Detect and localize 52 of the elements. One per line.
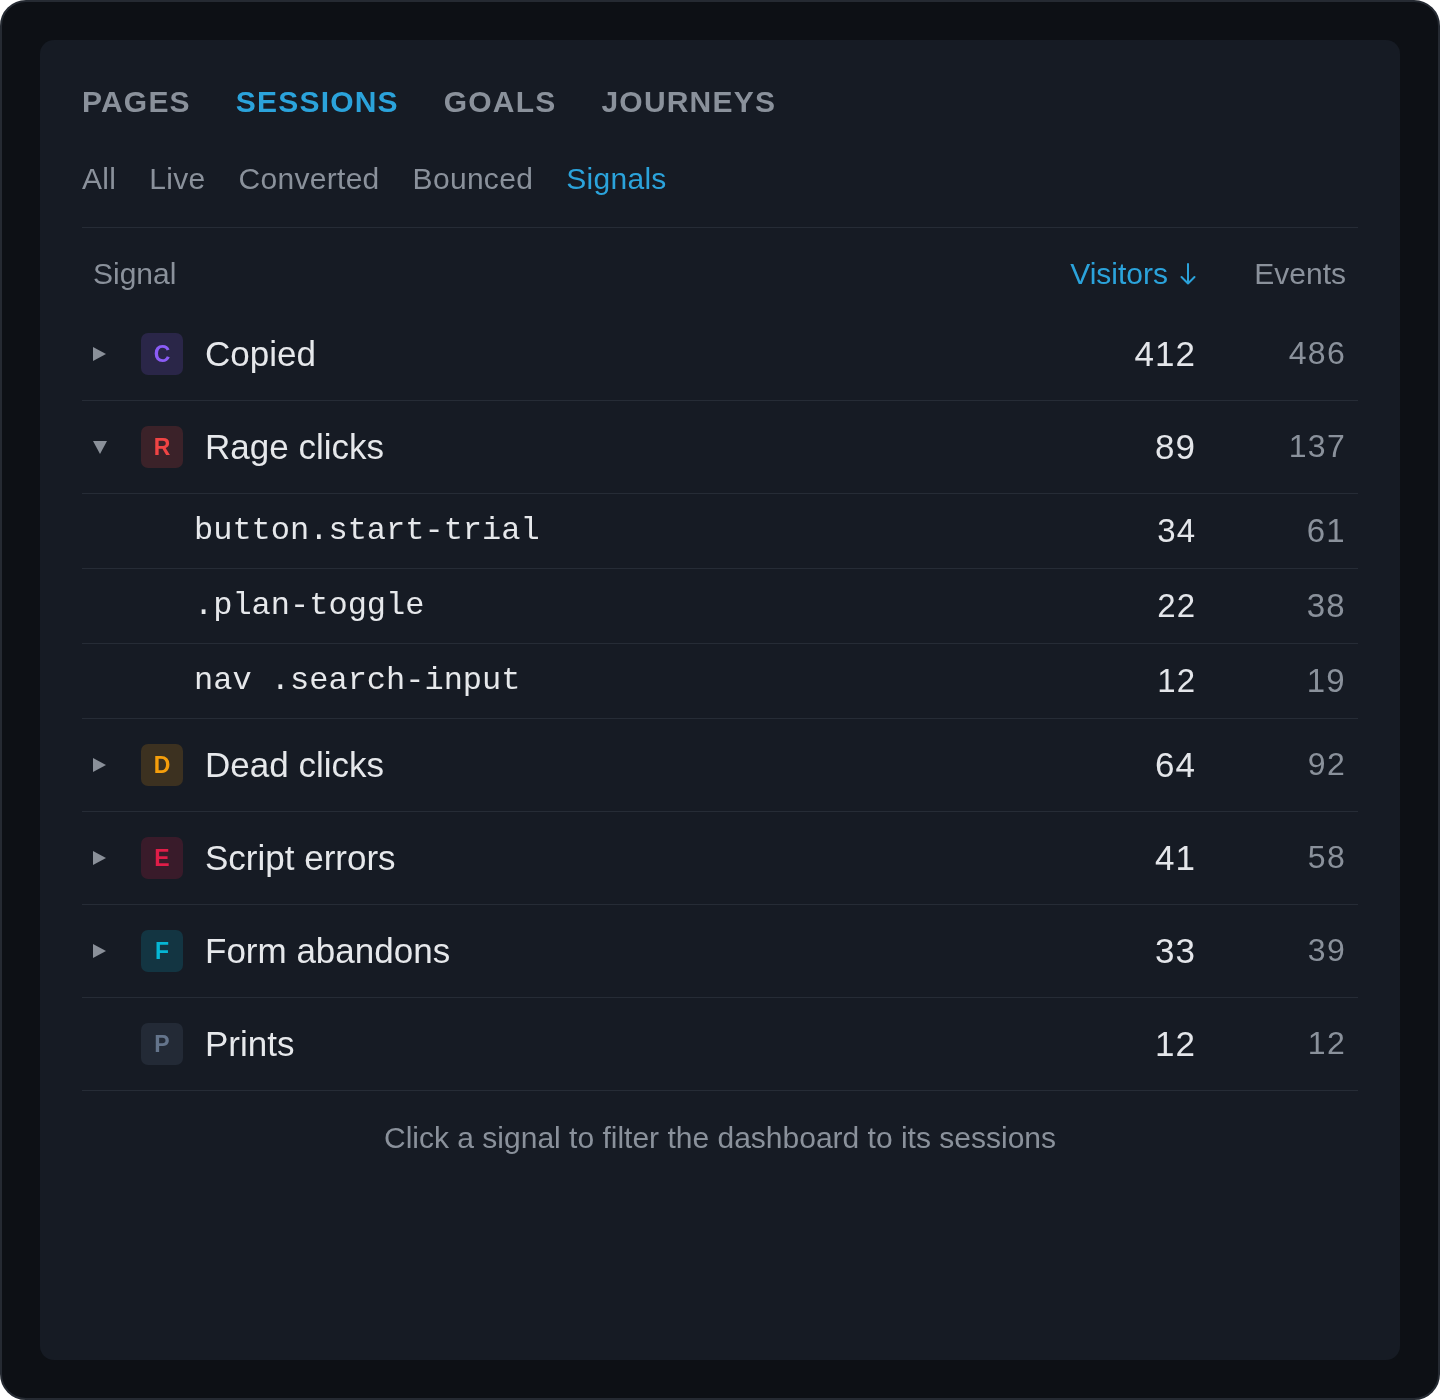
arrow-down-icon — [1180, 263, 1196, 285]
caret-down-icon[interactable] — [93, 440, 107, 454]
events-count: 58 — [1307, 838, 1346, 877]
visitors-count: 34 — [1157, 511, 1196, 551]
filter-tab[interactable]: Signals — [566, 159, 667, 199]
signal-name[interactable]: Copied — [205, 332, 316, 376]
letter-badge: R — [141, 426, 183, 468]
events-count: 39 — [1307, 931, 1346, 970]
visitors-count: 41 — [1154, 837, 1196, 879]
visitors-count: 22 — [1157, 586, 1196, 626]
signal-name[interactable]: Rage clicks — [205, 425, 384, 469]
signal-name[interactable]: Dead clicks — [205, 743, 384, 787]
signal-name[interactable]: Script errors — [205, 836, 396, 880]
events-count: 12 — [1307, 1024, 1346, 1063]
caret-right-icon[interactable] — [93, 347, 106, 361]
filter-tab[interactable]: Bounced — [412, 159, 534, 199]
events-count: 92 — [1307, 745, 1346, 784]
selector-text[interactable]: nav .search-input — [194, 661, 521, 701]
letter-badge: P — [141, 1023, 183, 1065]
column-header[interactable]: Visitors — [1070, 254, 1196, 294]
signal-name[interactable]: Prints — [205, 1022, 295, 1066]
selector-text[interactable]: button.start-trial — [194, 511, 540, 551]
events-count: 61 — [1306, 511, 1346, 551]
events-count: 486 — [1288, 334, 1346, 373]
tab[interactable]: SESSIONS — [235, 82, 399, 122]
events-count: 137 — [1288, 427, 1346, 466]
events-count: 38 — [1306, 586, 1346, 626]
visitors-count: 64 — [1154, 744, 1196, 786]
letter-badge: F — [141, 930, 183, 972]
tab[interactable]: JOURNEYS — [601, 82, 777, 122]
tab[interactable]: GOALS — [443, 82, 557, 122]
hint-text: Click a signal to filter the dashboard to its sessions — [384, 1121, 1056, 1155]
filter-tab[interactable]: Live — [149, 159, 206, 199]
column-header[interactable]: Signal — [93, 254, 177, 294]
visitors-count: 89 — [1154, 426, 1196, 468]
filter-tab[interactable]: All — [82, 159, 117, 199]
letter-badge: E — [141, 837, 183, 879]
letter-badge: D — [141, 744, 183, 786]
tab[interactable]: PAGES — [82, 82, 191, 122]
events-count: 19 — [1306, 661, 1346, 701]
visitors-count: 12 — [1157, 661, 1196, 701]
caret-right-icon[interactable] — [93, 944, 106, 958]
filter-tab[interactable]: Converted — [238, 159, 380, 199]
caret-right-icon[interactable] — [93, 758, 106, 772]
caret-right-icon[interactable] — [93, 851, 106, 865]
column-header[interactable]: Events — [1254, 254, 1346, 294]
visitors-count: 12 — [1154, 1023, 1196, 1065]
visitors-count: 33 — [1154, 930, 1196, 972]
visitors-count: 412 — [1134, 333, 1196, 375]
signal-name[interactable]: Form abandons — [205, 929, 451, 973]
selector-text[interactable]: .plan-toggle — [194, 586, 425, 626]
letter-badge: C — [141, 333, 183, 375]
